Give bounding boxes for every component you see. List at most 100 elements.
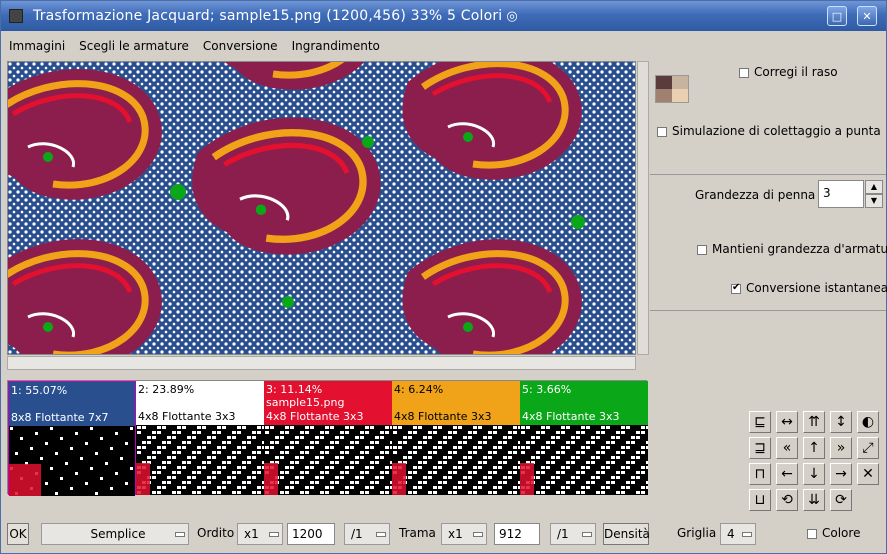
ordito-value-input[interactable]: 1200 xyxy=(287,523,335,545)
chevron-down-icon xyxy=(582,532,592,537)
spiral-icon: ◎ xyxy=(506,8,518,24)
trama-value-input[interactable]: 912 xyxy=(494,523,540,545)
color-percentage: 2: 23.89% xyxy=(138,383,195,396)
color-percentage: 3: 11.14% xyxy=(266,383,323,396)
color-thumbnail xyxy=(655,75,689,103)
trama-divisor-select[interactable]: /1 xyxy=(550,523,596,545)
grandezza-label: Grandezza di penna xyxy=(695,188,816,202)
checkbox-icon xyxy=(807,528,817,539)
rotate-alt-icon[interactable]: ⟳ xyxy=(830,489,852,511)
weave-column[interactable]: 5: 3.66% 4x8 Flottante 3x3 xyxy=(520,381,648,495)
checkbox-checked-icon xyxy=(731,282,741,294)
pattern-preview[interactable] xyxy=(7,61,636,355)
weave-transform-toolbar: ⊑ ↔ ⇈ ↕ ◐ ⊒ « ↑ » ⤢ ⊓ ← ↓ → ✕ ⊔ ⟲ ⇊ ⟳ xyxy=(749,411,881,515)
grandezza-penna-input[interactable]: 3 xyxy=(818,180,864,208)
color-percentage: 5: 3.66% xyxy=(522,383,572,396)
minimize-button[interactable]: □ xyxy=(827,6,847,26)
colore-checkbox[interactable]: Colore xyxy=(807,523,860,545)
chevron-down-icon xyxy=(473,532,483,537)
color-swatch-header[interactable]: 4: 6.24% 4x8 Flottante 3x3 xyxy=(392,381,520,425)
expand-diagonal-icon[interactable]: ⤢ xyxy=(857,437,879,459)
chevron-down-icon xyxy=(269,532,279,537)
conversione-istantanea-checkbox[interactable]: Conversione istantanea xyxy=(731,281,887,295)
mode-select[interactable]: Semplice xyxy=(41,523,189,545)
menu-scegli-armature[interactable]: Scegli le armature xyxy=(79,39,189,53)
trama-multiplier-select[interactable]: x1 xyxy=(441,523,487,545)
move-far-left-icon[interactable]: « xyxy=(776,437,798,459)
weave-column[interactable]: 1: 55.07% 8x8 Flottante 7x7 xyxy=(8,381,136,496)
color-swatch-header[interactable]: 5: 3.66% 4x8 Flottante 3x3 xyxy=(520,381,648,425)
divider xyxy=(650,174,886,175)
menu-bar: Immagini Scegli le armature Conversione … xyxy=(1,33,886,59)
weave-column[interactable]: 3: 11.14% sample15.png 4x8 Flottante 3x3 xyxy=(264,381,392,495)
simulazione-checkbox[interactable]: Simulazione di colettaggio a punta xyxy=(657,124,881,138)
app-icon xyxy=(9,9,23,23)
ordito-divisor-select[interactable]: /1 xyxy=(344,523,390,545)
weave-name: 4x8 Flottante 3x3 xyxy=(266,410,364,423)
invert-icon[interactable]: ◐ xyxy=(857,411,879,433)
weave-name: 4x8 Flottante 3x3 xyxy=(394,410,492,423)
color-percentage: 1: 55.07% xyxy=(11,384,68,397)
move-right-icon[interactable]: → xyxy=(830,463,852,485)
ordito-label: Ordito xyxy=(197,526,235,540)
weave-preview[interactable] xyxy=(520,425,648,495)
weave-name: 8x8 Flottante 7x7 xyxy=(11,411,109,424)
paisley-pattern-image xyxy=(8,62,635,354)
shift-stair-alt-icon[interactable]: ⊔ xyxy=(749,489,771,511)
window-title: Trasformazione Jacquard; sample15.png (1… xyxy=(33,8,503,24)
chevron-down-icon xyxy=(376,532,386,537)
divider xyxy=(650,310,886,311)
shift-stair-down-icon[interactable]: ⊒ xyxy=(749,437,771,459)
weave-name: 4x8 Flottante 3x3 xyxy=(522,410,620,423)
move-bottom-icon[interactable]: ⇊ xyxy=(803,489,825,511)
move-left-icon[interactable]: ← xyxy=(776,463,798,485)
mirror-vertical-icon[interactable]: ↕ xyxy=(830,411,852,433)
spin-down-icon[interactable]: ▼ xyxy=(865,194,883,208)
title-bar[interactable]: Trasformazione Jacquard; sample15.png (1… xyxy=(1,1,886,31)
checkbox-icon xyxy=(739,67,749,78)
move-top-icon[interactable]: ⇈ xyxy=(803,411,825,433)
mirror-horizontal-icon[interactable]: ↔ xyxy=(776,411,798,433)
ok-button[interactable]: OK xyxy=(7,523,29,545)
color-file-name: sample15.png xyxy=(266,396,345,409)
weave-preview[interactable] xyxy=(264,425,392,495)
weave-preview[interactable] xyxy=(392,425,520,495)
griglia-select[interactable]: 4 xyxy=(720,523,756,545)
chevron-down-icon xyxy=(175,532,185,537)
weave-column[interactable]: 4: 6.24% 4x8 Flottante 3x3 xyxy=(392,381,520,495)
checkbox-icon xyxy=(657,126,667,137)
checkbox-icon xyxy=(697,244,707,255)
clear-icon[interactable]: ✕ xyxy=(857,463,879,485)
rotate-icon[interactable]: ⟲ xyxy=(776,489,798,511)
move-up-icon[interactable]: ↑ xyxy=(803,437,825,459)
menu-ingrandimento[interactable]: Ingrandimento xyxy=(292,39,380,53)
mantieni-checkbox[interactable]: Mantieni grandezza d'armatur xyxy=(697,242,887,256)
color-swatch-header[interactable]: 2: 23.89% 4x8 Flottante 3x3 xyxy=(136,381,264,425)
color-swatch-header[interactable]: 1: 55.07% 8x8 Flottante 7x7 xyxy=(9,382,135,426)
horizontal-scrollbar[interactable] xyxy=(7,356,636,370)
spin-up-icon[interactable]: ▲ xyxy=(865,180,883,194)
jacquard-window: Trasformazione Jacquard; sample15.png (1… xyxy=(0,0,887,554)
grandezza-spinner[interactable]: ▲ ▼ xyxy=(865,180,883,208)
weave-preview[interactable] xyxy=(9,426,135,496)
densita-button[interactable]: Densità xyxy=(603,523,650,545)
move-far-right-icon[interactable]: » xyxy=(830,437,852,459)
vertical-scrollbar[interactable] xyxy=(637,61,649,355)
bottom-toolbar: OK Semplice Ordito x1 1200 /1 Trama x1 9… xyxy=(1,520,886,550)
menu-immagini[interactable]: Immagini xyxy=(9,39,65,53)
move-down-icon[interactable]: ↓ xyxy=(803,463,825,485)
chevron-down-icon xyxy=(742,532,752,537)
menu-conversione[interactable]: Conversione xyxy=(203,39,278,53)
shift-stair-icon[interactable]: ⊑ xyxy=(749,411,771,433)
ordito-multiplier-select[interactable]: x1 xyxy=(237,523,283,545)
color-weave-list: 1: 55.07% 8x8 Flottante 7x7 2: 23.89% 4x8 F… xyxy=(7,380,648,496)
close-button[interactable]: ✕ xyxy=(857,6,877,26)
weave-column[interactable]: 2: 23.89% 4x8 Flottante 3x3 xyxy=(136,381,264,495)
weave-preview[interactable] xyxy=(136,425,264,495)
correggi-raso-checkbox[interactable]: Corregi il raso xyxy=(739,65,838,79)
color-swatch-header[interactable]: 3: 11.14% sample15.png 4x8 Flottante 3x3 xyxy=(264,381,392,425)
trama-label: Trama xyxy=(399,526,436,540)
griglia-label: Griglia xyxy=(677,526,717,540)
shift-stair-up-icon[interactable]: ⊓ xyxy=(749,463,771,485)
weave-name: 4x8 Flottante 3x3 xyxy=(138,410,236,423)
